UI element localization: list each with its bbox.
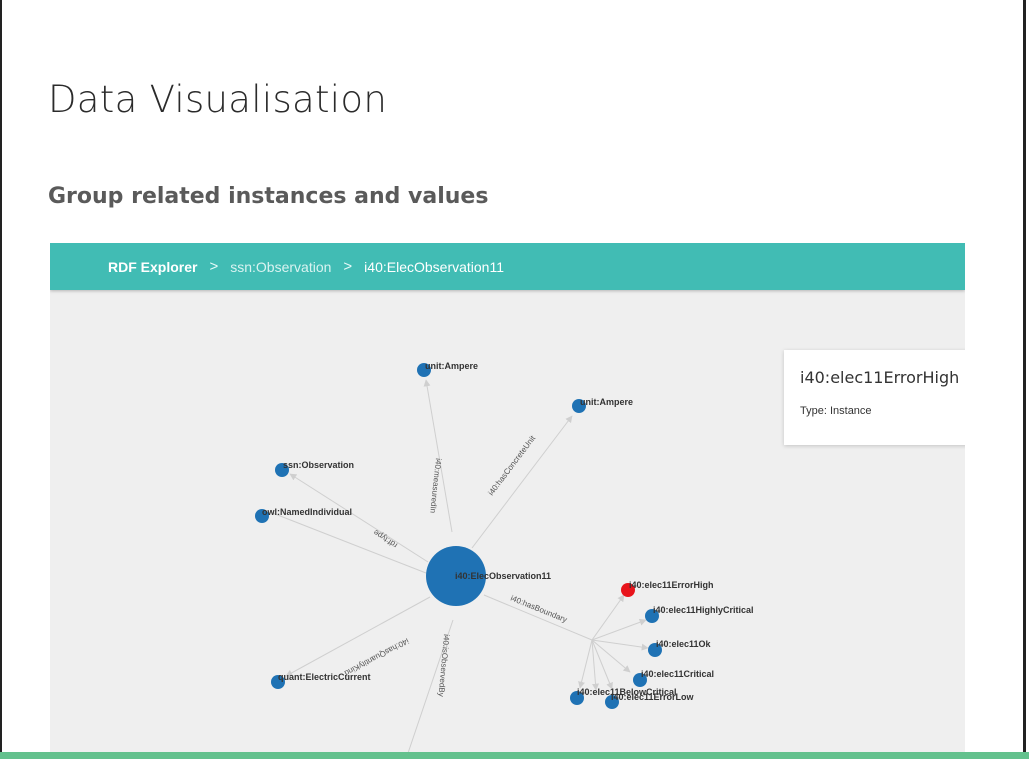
breadcrumb-current: i40:ElecObservation11: [364, 258, 504, 275]
edge-label-rdf-type: rdf:type: [371, 527, 399, 549]
breadcrumb-observation-link[interactable]: ssn:Observation: [230, 259, 331, 275]
edge-label-is-observed-by: i40:isObservedBy: [437, 634, 451, 697]
edge-has-boundary: [483, 594, 593, 641]
node-label-elec11-error-low: i40:elec11ErrorLow: [611, 692, 695, 702]
edge-rdf-type: [289, 473, 429, 563]
central-node-label: i40:ElecObservation11: [455, 571, 551, 581]
breadcrumb-root-link[interactable]: RDF Explorer: [108, 259, 197, 275]
node-label-elec11-critical: i40:elec11Critical: [641, 669, 714, 679]
info-card-type: Type: Instance: [800, 405, 872, 417]
node-label-unit-ampere-1: unit:Ampere: [425, 361, 478, 371]
node-label-unit-ampere-2: unit:Ampere: [580, 397, 633, 407]
bottom-accent-bar: [0, 752, 1029, 759]
node-label-owl-named-individual: owl:NamedIndividual: [262, 507, 352, 517]
rdf-explorer-app: RDF Explorer > ssn:Observation > i40:Ele…: [50, 243, 965, 759]
breadcrumb: RDF Explorer > ssn:Observation > i40:Ele…: [50, 243, 965, 290]
node-label-elec11-error-high: i40:elec11ErrorHigh: [629, 580, 714, 590]
breadcrumb-chevron-icon: >: [343, 258, 353, 275]
node-label-ssn-observation: ssn:Observation: [283, 460, 354, 470]
edge-has-concrete-unit: [471, 415, 573, 549]
slide-subtitle: Group related instances and values: [48, 184, 489, 209]
breadcrumb-chevron-icon: >: [209, 258, 219, 275]
edge-type-named-individual: [269, 511, 427, 574]
node-label-elec11-highly-critical: i40:elec11HighlyCritical: [653, 605, 754, 615]
info-card-title: i40:elec11ErrorHigh: [800, 368, 960, 387]
edge-boundary-errorhigh: [591, 594, 625, 641]
node-label-elec11-ok: i40:elec11Ok: [656, 639, 712, 649]
node-info-card: i40:elec11ErrorHigh Type: Instance: [784, 350, 965, 445]
edge-boundary-highlycritical: [591, 618, 647, 641]
edge-boundary-belowcritical: [578, 639, 593, 689]
node-label-quant-electric-current: quant:ElectricCurrent: [278, 672, 371, 682]
edge-label-has-concrete-unit: i40:hasConcreteUnit: [486, 433, 537, 497]
slide-title: Data Visualisation: [48, 78, 388, 121]
edge-label-measured-in: i40:measuredIn: [428, 458, 443, 514]
